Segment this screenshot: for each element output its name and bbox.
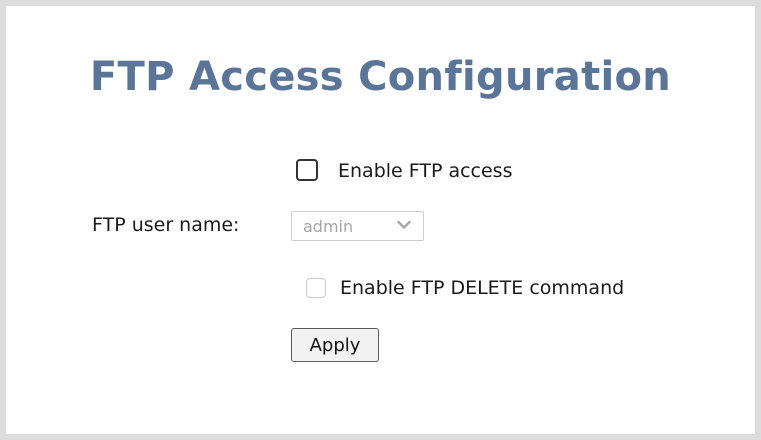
enable-delete-row: Enable FTP DELETE command (306, 277, 624, 299)
enable-delete-checkbox[interactable] (306, 278, 326, 298)
enable-ftp-label[interactable]: Enable FTP access (338, 160, 512, 182)
chevron-down-icon (397, 220, 411, 229)
config-panel: FTP Access Configuration Enable FTP acce… (0, 0, 761, 440)
apply-button[interactable]: Apply (291, 328, 379, 362)
ftp-user-name-label: FTP user name: (92, 214, 240, 236)
page-title: FTP Access Configuration (89, 54, 672, 100)
enable-delete-label[interactable]: Enable FTP DELETE command (340, 277, 624, 299)
enable-ftp-row: Enable FTP access (296, 157, 512, 182)
enable-ftp-checkbox[interactable] (296, 158, 318, 181)
ftp-user-name-value: admin (303, 216, 354, 236)
ftp-user-name-select[interactable]: admin (291, 211, 424, 241)
